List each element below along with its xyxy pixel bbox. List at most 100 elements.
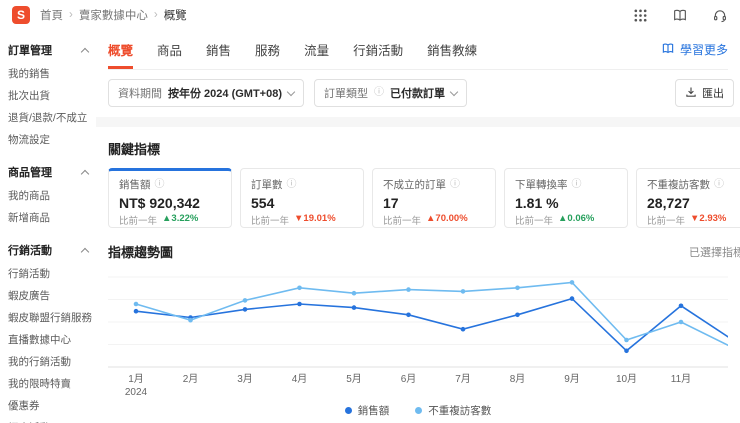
tab-bar: 概覽 商品 銷售 服務 流量 行銷活動 銷售教練 學習更多: [108, 30, 728, 70]
info-icon[interactable]: ⓘ: [287, 179, 297, 190]
metric-card-sales[interactable]: 銷售額 ⓘ NT$ 920,342 比前一年 ▲3.22%: [108, 168, 232, 228]
sidebar-item-my-products[interactable]: 我的商品: [0, 184, 96, 206]
learn-book-icon: [661, 42, 675, 58]
legend-label: 銷售額: [357, 405, 390, 417]
info-icon[interactable]: ⓘ: [155, 179, 165, 190]
legend-item-visitors[interactable]: 不重複訪客數: [415, 403, 491, 418]
svg-text:6月: 6月: [401, 373, 417, 385]
learn-more-link[interactable]: 學習更多: [661, 41, 728, 58]
date-range-select[interactable]: 資料期間 按年份 2024 (GMT+08): [108, 79, 305, 107]
compare-label: 比前一年: [119, 216, 158, 227]
metric-delta: ▲70.00%: [426, 213, 468, 224]
sidebar-item-flash-sale[interactable]: 我的限時特賣: [0, 372, 96, 394]
sidebar-item-live-data[interactable]: 直播數據中心: [0, 328, 96, 350]
chevron-down-icon: [286, 87, 296, 96]
download-icon: [685, 86, 697, 101]
chart-legend: 銷售額 不重複訪客數: [108, 403, 728, 418]
trend-chart: 1月 2月 3月 4月 5月 6月 7月 8月 9月 10月 11月 2024: [108, 269, 728, 401]
sidebar-item-batch-ship[interactable]: 批次出貨: [0, 84, 96, 106]
key-metrics-title: 關鍵指標: [108, 142, 161, 157]
sidebar-item-shopee-ads[interactable]: 蝦皮廣告: [0, 284, 96, 306]
sidebar-item-my-sales[interactable]: 我的銷售: [0, 62, 96, 84]
svg-text:2月: 2月: [183, 373, 199, 385]
sidebar-item-my-campaigns[interactable]: 我的行銷活動: [0, 350, 96, 372]
learn-more-label: 學習更多: [679, 43, 728, 57]
guide-book-icon[interactable]: [672, 8, 688, 23]
sidebar-section-product[interactable]: 商品管理: [0, 158, 96, 184]
order-type-label: 訂單類型: [324, 88, 369, 100]
info-icon[interactable]: ⓘ: [374, 88, 384, 98]
sidebar-item-logistics[interactable]: 物流設定: [0, 128, 96, 150]
sidebar: 訂單管理 我的銷售 批次出貨 退貨/退款/不成立 物流設定 商品管理 我的商品 …: [0, 30, 96, 423]
metric-value: 554: [251, 195, 275, 211]
order-type-value: 已付款訂單: [390, 88, 446, 100]
breadcrumb-item-seller-center[interactable]: 賣家數據中心: [79, 7, 148, 23]
breadcrumb-separator: ›: [153, 9, 158, 21]
metric-delta: ▲0.06%: [558, 213, 595, 224]
legend-item-sales[interactable]: 銷售額: [344, 403, 390, 418]
export-label: 匯出: [702, 88, 724, 100]
breadcrumb: 首頁 › 賣家數據中心 › 概覽: [40, 7, 187, 23]
svg-text:7月: 7月: [455, 373, 471, 385]
metric-delta: ▼19.01%: [294, 213, 336, 224]
support-headset-icon[interactable]: [712, 8, 728, 23]
metric-card-unique-visitors[interactable]: 不重複訪客數 ⓘ 28,727 比前一年 ▼2.93%: [636, 168, 740, 228]
metric-card-orders[interactable]: 訂單數 ⓘ 554 比前一年 ▼19.01%: [240, 168, 364, 228]
svg-text:8月: 8月: [510, 373, 526, 385]
sidebar-item-marketing[interactable]: 行銷活動: [0, 262, 96, 284]
sidebar-section-title: 行銷活動: [8, 245, 52, 257]
chevron-up-icon: [80, 47, 90, 56]
metric-value: NT$ 920,342: [119, 195, 200, 211]
sidebar-section-marketing[interactable]: 行銷活動: [0, 236, 96, 262]
metric-value: 17: [383, 195, 399, 211]
metric-card-cancelled[interactable]: 不成立的訂單 ⓘ 17 比前一年 ▲70.00%: [372, 168, 496, 228]
order-type-select[interactable]: 訂單類型 ⓘ 已付款訂單: [314, 79, 468, 107]
trend-chart-svg: 1月 2月 3月 4月 5月 6月 7月 8月 9月 10月 11月 2024: [108, 276, 728, 398]
apps-grid-icon[interactable]: [633, 8, 648, 23]
topbar: S 首頁 › 賣家數據中心 › 概覽: [0, 0, 740, 30]
tab-overview[interactable]: 概覽: [108, 30, 134, 69]
compare-label: 比前一年: [251, 216, 290, 227]
metric-card-conversion[interactable]: 下單轉換率 ⓘ 1.81 % 比前一年 ▲0.06%: [504, 168, 628, 228]
metrics-panel: 關鍵指標 銷售額 ⓘ NT$ 920,342 比前一年 ▲3.22% 訂單數 ⓘ 55…: [96, 127, 740, 423]
shopee-logo[interactable]: S: [12, 6, 30, 24]
sidebar-item-add-product[interactable]: 新增商品: [0, 206, 96, 228]
metric-value: 1.81 %: [515, 195, 559, 211]
tab-products[interactable]: 商品: [157, 30, 182, 69]
tabs-and-filters-panel: 概覽 商品 銷售 服務 流量 行銷活動 銷售教練 學習更多 資料期間 按年份 2…: [96, 30, 740, 117]
chevron-up-icon: [80, 247, 90, 256]
sidebar-section-title: 訂單管理: [8, 45, 52, 57]
tab-marketing[interactable]: 行銷活動: [353, 30, 403, 69]
info-icon[interactable]: ⓘ: [714, 179, 724, 190]
sidebar-section-order[interactable]: 訂單管理: [0, 36, 96, 62]
info-icon[interactable]: ⓘ: [572, 179, 582, 190]
metric-delta: ▲3.22%: [162, 213, 199, 224]
metric-label: 不重複訪客數: [647, 179, 710, 191]
svg-text:3月: 3月: [237, 373, 253, 385]
chevron-up-icon: [80, 169, 90, 178]
svg-text:2024: 2024: [125, 387, 148, 398]
tab-sales[interactable]: 銷售: [206, 30, 231, 69]
sidebar-item-returns[interactable]: 退貨/退款/不成立: [0, 106, 96, 128]
tab-traffic[interactable]: 流量: [304, 30, 329, 69]
svg-text:11月: 11月: [671, 373, 691, 385]
trend-section-header: 指標趨勢圖 已選擇指標: [108, 242, 740, 261]
selected-metrics-note: 已選擇指標: [689, 247, 740, 259]
tab-sales-coach[interactable]: 銷售教練: [427, 30, 477, 69]
metric-delta: ▼2.93%: [690, 213, 727, 224]
export-button[interactable]: 匯出: [675, 79, 734, 107]
metric-cards-row: 銷售額 ⓘ NT$ 920,342 比前一年 ▲3.22% 訂單數 ⓘ 554 比前一…: [108, 168, 740, 228]
compare-label: 比前一年: [515, 216, 554, 227]
chevron-down-icon: [449, 87, 459, 96]
info-icon[interactable]: ⓘ: [450, 179, 460, 190]
sidebar-item-vouchers[interactable]: 優惠券: [0, 394, 96, 416]
sidebar-section-title: 商品管理: [8, 167, 52, 179]
tab-service[interactable]: 服務: [255, 30, 280, 69]
sidebar-item-shopee-events[interactable]: 蝦皮活動: [0, 416, 96, 423]
date-range-label: 資料期間: [118, 88, 162, 100]
metric-label: 下單轉換率: [515, 179, 568, 191]
breadcrumb-item-home[interactable]: 首頁: [40, 7, 63, 23]
sidebar-item-affiliate[interactable]: 蝦皮聯盟行銷服務: [0, 306, 96, 328]
svg-text:1月: 1月: [128, 373, 144, 385]
compare-label: 比前一年: [647, 216, 686, 227]
